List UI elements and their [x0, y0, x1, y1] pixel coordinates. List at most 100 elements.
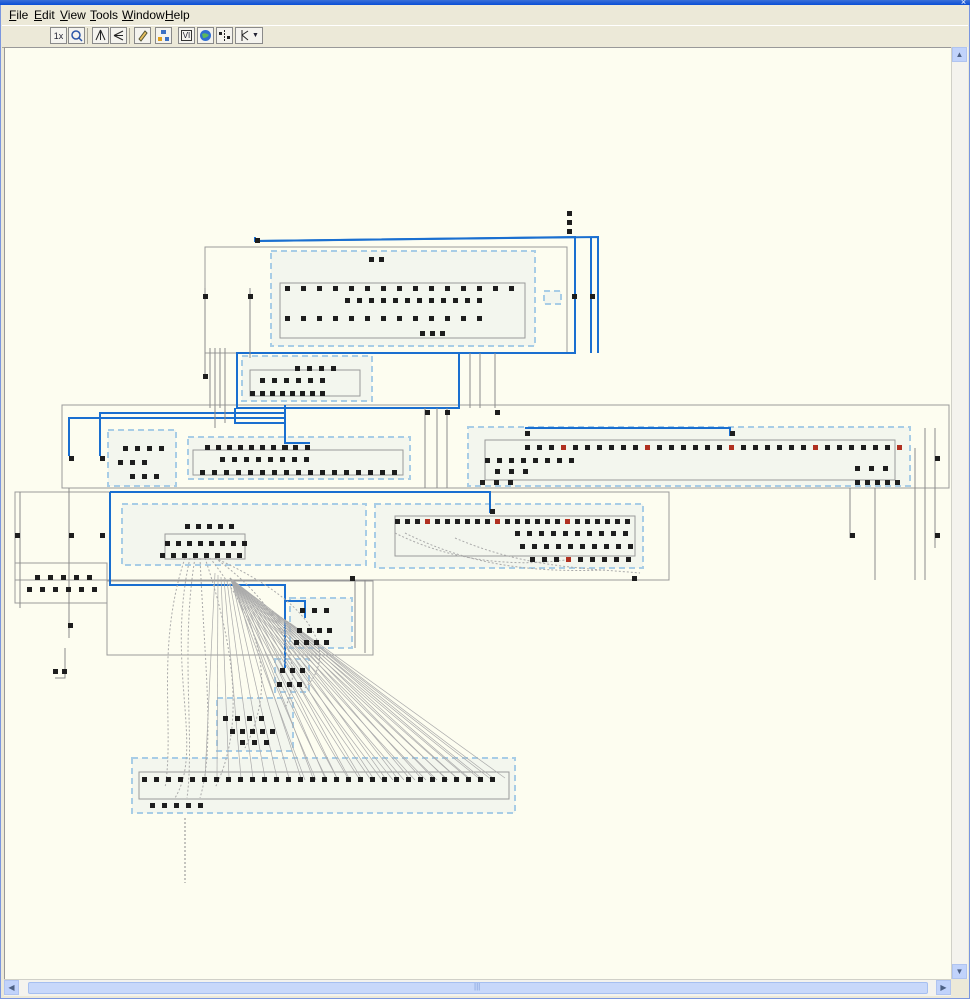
diagram-node[interactable]: [495, 519, 500, 524]
menu-help[interactable]: Help: [165, 8, 190, 22]
diagram-node[interactable]: [259, 716, 264, 721]
diagram-node[interactable]: [220, 541, 225, 546]
diagram-node[interactable]: [307, 366, 312, 371]
diagram-node[interactable]: [238, 777, 243, 782]
diagram-node[interactable]: [525, 445, 530, 450]
diagram-node[interactable]: [357, 298, 362, 303]
diagram-node[interactable]: [590, 557, 595, 562]
diagram-node[interactable]: [135, 446, 140, 451]
diagram-node[interactable]: [66, 587, 71, 592]
diagram-node[interactable]: [154, 474, 159, 479]
diagram-node[interactable]: [509, 469, 514, 474]
diagram-node[interactable]: [69, 533, 74, 538]
diagram-node[interactable]: [334, 777, 339, 782]
diagram-node[interactable]: [35, 575, 40, 580]
filter-dropdown-button[interactable]: ▼: [235, 27, 263, 44]
diagram-node[interactable]: [250, 777, 255, 782]
diagram-node[interactable]: [445, 316, 450, 321]
diagram-node[interactable]: [308, 470, 313, 475]
diagram-node[interactable]: [616, 544, 621, 549]
diagram-node[interactable]: [855, 466, 860, 471]
diagram-node[interactable]: [304, 640, 309, 645]
diagram-node[interactable]: [599, 531, 604, 536]
diagram-node[interactable]: [480, 480, 485, 485]
diagram-node[interactable]: [333, 286, 338, 291]
diagram-node[interactable]: [69, 456, 74, 461]
diagram-node[interactable]: [382, 777, 387, 782]
diagram-node[interactable]: [425, 410, 430, 415]
diagram-node[interactable]: [380, 470, 385, 475]
diagram-node[interactable]: [356, 470, 361, 475]
diagram-node[interactable]: [320, 391, 325, 396]
diagram-node[interactable]: [413, 316, 418, 321]
diagram-node[interactable]: [292, 457, 297, 462]
diagram-node[interactable]: [368, 470, 373, 475]
diagram-node[interactable]: [271, 445, 276, 450]
diagram-node[interactable]: [290, 391, 295, 396]
diagram-node[interactable]: [68, 623, 73, 628]
diagram-node[interactable]: [212, 470, 217, 475]
diagram-node[interactable]: [855, 480, 860, 485]
diagram-node[interactable]: [490, 509, 495, 514]
scroll-up-button[interactable]: ▲: [952, 47, 967, 62]
diagram-node[interactable]: [240, 740, 245, 745]
diagram-node[interactable]: [322, 777, 327, 782]
diagram-node[interactable]: [308, 378, 313, 383]
diagram-node[interactable]: [415, 519, 420, 524]
diagram-node[interactable]: [331, 366, 336, 371]
diagram-node[interactable]: [349, 316, 354, 321]
diagram-node[interactable]: [224, 470, 229, 475]
diagram-node[interactable]: [461, 316, 466, 321]
diagram-node[interactable]: [142, 777, 147, 782]
diagram-node[interactable]: [741, 445, 746, 450]
diagram-node[interactable]: [621, 445, 626, 450]
diagram-node[interactable]: [394, 777, 399, 782]
diagram-node[interactable]: [203, 374, 208, 379]
diagram-node[interactable]: [454, 777, 459, 782]
diagram-node[interactable]: [304, 457, 309, 462]
diagram-node[interactable]: [178, 777, 183, 782]
diagram-node[interactable]: [260, 470, 265, 475]
diagram-node[interactable]: [490, 777, 495, 782]
diagram-node[interactable]: [301, 316, 306, 321]
diagram-node[interactable]: [274, 777, 279, 782]
diagram-node[interactable]: [130, 474, 135, 479]
diagram-node[interactable]: [344, 470, 349, 475]
diagram-node[interactable]: [605, 519, 610, 524]
diagram-node[interactable]: [100, 456, 105, 461]
diagram-node[interactable]: [142, 474, 147, 479]
diagram-node[interactable]: [285, 286, 290, 291]
diagram-node[interactable]: [215, 553, 220, 558]
diagram-node[interactable]: [873, 445, 878, 450]
diagram-node[interactable]: [551, 531, 556, 536]
diagram-node[interactable]: [147, 446, 152, 451]
diagram-node[interactable]: [730, 431, 735, 436]
diagram-node[interactable]: [509, 458, 514, 463]
diagram-node[interactable]: [310, 777, 315, 782]
diagram-node[interactable]: [324, 640, 329, 645]
diagram-node[interactable]: [777, 445, 782, 450]
diagram-node[interactable]: [162, 803, 167, 808]
diagram-node[interactable]: [765, 445, 770, 450]
diagram-node[interactable]: [317, 316, 322, 321]
diagram-node[interactable]: [885, 480, 890, 485]
diagram-node[interactable]: [567, 211, 572, 216]
tree-layout-button[interactable]: [92, 27, 109, 44]
diagram-node[interactable]: [604, 544, 609, 549]
diagram-node[interactable]: [615, 519, 620, 524]
diagram-node[interactable]: [296, 470, 301, 475]
diagram-node[interactable]: [270, 391, 275, 396]
diagram-node[interactable]: [264, 740, 269, 745]
diagram-node[interactable]: [370, 777, 375, 782]
diagram-node[interactable]: [429, 298, 434, 303]
diagram-node[interactable]: [310, 391, 315, 396]
diagram-node[interactable]: [445, 519, 450, 524]
diagram-node[interactable]: [849, 445, 854, 450]
diagram-node[interactable]: [346, 777, 351, 782]
diagram-node[interactable]: [397, 316, 402, 321]
diagram-node[interactable]: [174, 803, 179, 808]
diagram-node[interactable]: [590, 294, 595, 299]
diagram-node[interactable]: [597, 445, 602, 450]
diagram-node[interactable]: [205, 445, 210, 450]
diagram-node[interactable]: [238, 445, 243, 450]
